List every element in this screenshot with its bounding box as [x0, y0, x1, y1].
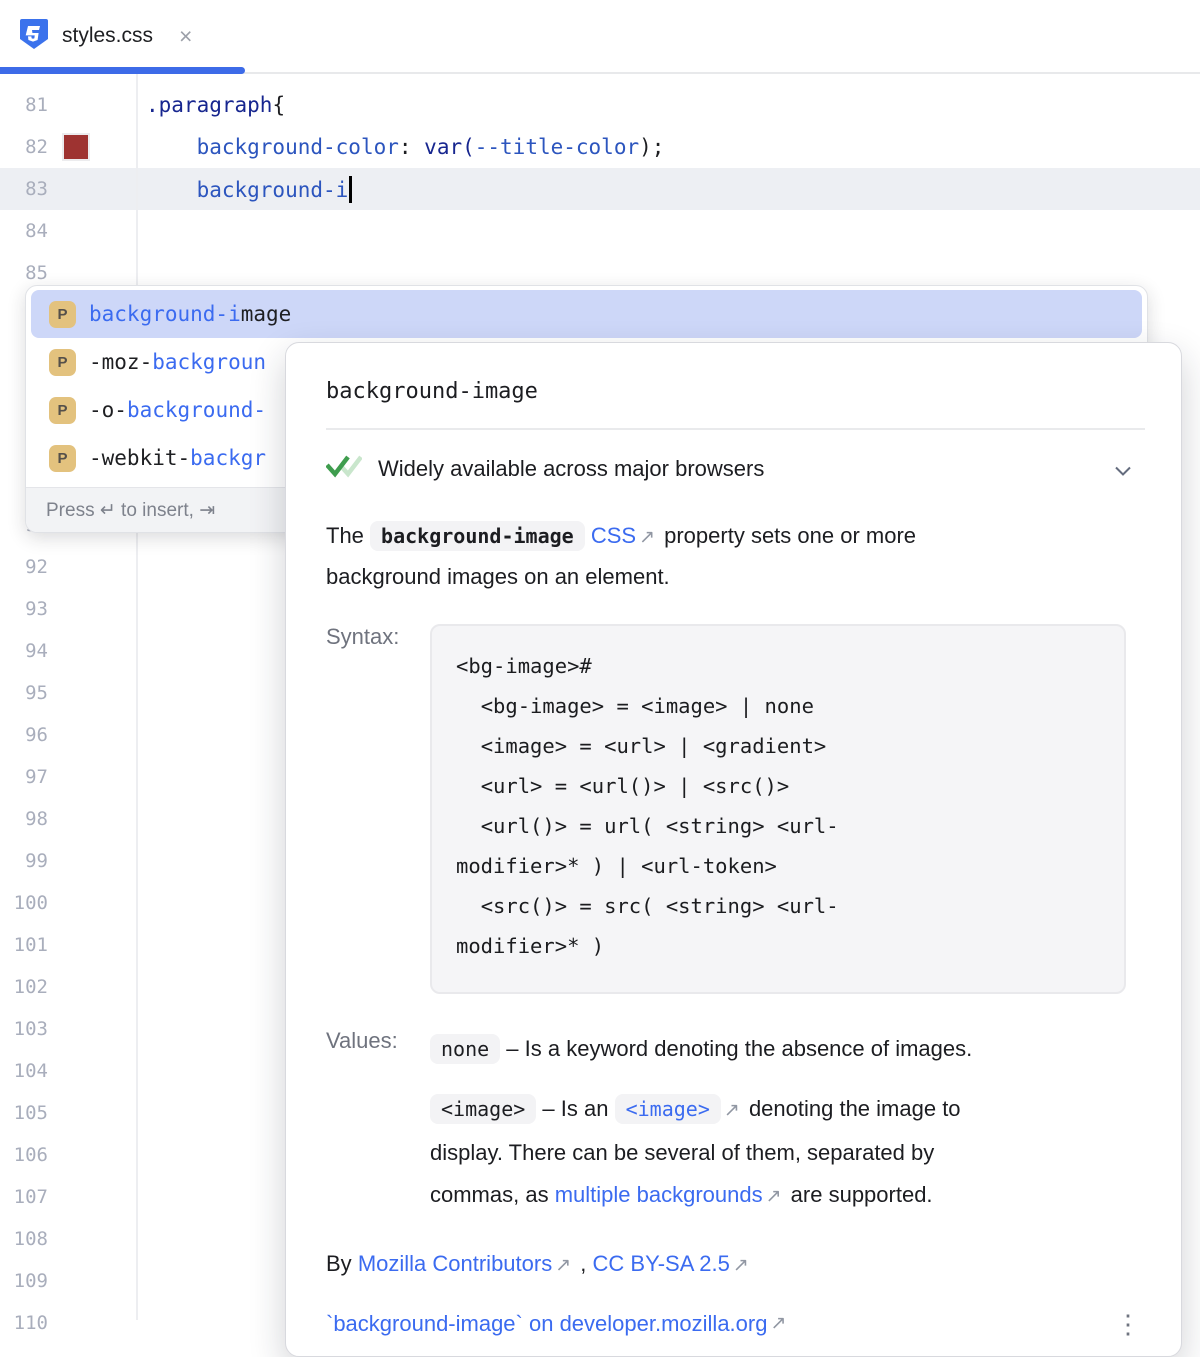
doc-description: The background-image CSS↗ property sets … — [326, 516, 1145, 596]
baseline-label: Widely available across major browsers — [378, 456, 764, 482]
values-label: Values: — [326, 1028, 430, 1218]
line-number: 85 — [0, 262, 48, 284]
syntax-code-block: <bg-image># <bg-image> = <image> | none … — [430, 624, 1126, 994]
multiple-backgrounds-link[interactable]: multiple backgrounds — [555, 1182, 763, 1207]
image-line1: denoting the image to — [749, 1096, 961, 1121]
image-line3-pre: commas, as — [430, 1182, 549, 1207]
attribution-pre: By — [326, 1251, 352, 1276]
close-icon[interactable]: × — [179, 25, 192, 48]
line-number: 97 — [0, 766, 48, 788]
image-line2: display. There can be several of them, s… — [430, 1140, 934, 1165]
chevron-down-icon[interactable] — [1115, 456, 1131, 482]
property-badge-icon: P — [49, 301, 76, 328]
tab-styles-css[interactable]: styles.css × — [0, 0, 212, 72]
line-number: 95 — [0, 682, 48, 704]
attribution-row: By Mozilla Contributors↗ , CC BY-SA 2.5↗ — [326, 1244, 1145, 1286]
line-number: 94 — [0, 640, 48, 662]
line-number: 108 — [0, 1228, 48, 1250]
none-chip: none — [430, 1034, 500, 1064]
line-number: 96 — [0, 724, 48, 746]
external-link-icon: ↗ — [766, 1186, 782, 1207]
gutter-separator — [136, 74, 138, 1320]
color-preview-swatch[interactable] — [62, 133, 90, 161]
property-badge-icon: P — [49, 349, 76, 376]
editor-line[interactable]: 84 — [0, 210, 1200, 252]
line-number: 83 — [0, 178, 48, 200]
image-mid-text: – Is an — [542, 1096, 608, 1121]
completion-item-label: -webkit-backgr — [89, 446, 266, 470]
values-section: Values: none – Is a keyword denoting the… — [326, 1028, 1145, 1218]
syntax-section: Syntax: <bg-image># <bg-image> = <image>… — [326, 624, 1145, 994]
external-link-icon: ↗ — [724, 1100, 740, 1121]
code-text: .paragraph{ — [146, 93, 285, 117]
active-tab-indicator — [0, 67, 245, 74]
property-chip: background-image — [370, 521, 585, 551]
editor-line[interactable]: 81 .paragraph{ — [0, 84, 1200, 126]
attribution-separator: , — [580, 1251, 586, 1276]
image-line3-rest: are supported. — [791, 1182, 933, 1207]
line-number: 105 — [0, 1102, 48, 1124]
editor-tab-bar: styles.css × — [0, 0, 1200, 74]
doc-title: background-image — [326, 379, 1145, 404]
css-file-icon — [20, 19, 48, 54]
value-none-row: none – Is a keyword denoting the absence… — [430, 1028, 1145, 1070]
line-number: 81 — [0, 94, 48, 116]
line-number: 106 — [0, 1144, 48, 1166]
completion-item-label: background-image — [89, 302, 291, 326]
external-link-icon: ↗ — [555, 1255, 571, 1276]
css-link[interactable]: CSS — [591, 523, 636, 548]
completion-item-label: -o-background- — [89, 398, 266, 422]
image-chip: <image> — [430, 1094, 536, 1124]
line-number: 102 — [0, 976, 48, 998]
line-number: 93 — [0, 598, 48, 620]
values-content: none – Is a keyword denoting the absence… — [430, 1028, 1145, 1218]
external-link-icon: ↗ — [770, 1304, 786, 1344]
line-number: 107 — [0, 1186, 48, 1208]
editor-line[interactable]: 83 background-i — [0, 168, 1200, 210]
external-link-icon: ↗ — [639, 527, 655, 548]
baseline-check-icon — [326, 454, 362, 484]
syntax-code: <bg-image># <bg-image> = <image> | none … — [456, 646, 1100, 966]
desc-line2: background images on an element. — [326, 564, 670, 589]
cc-license-link[interactable]: CC BY-SA 2.5 — [593, 1251, 730, 1276]
property-badge-icon: P — [49, 445, 76, 472]
baseline-status-row[interactable]: Widely available across major browsers — [326, 454, 1145, 484]
desc-pre: The — [326, 523, 364, 548]
image-link-chip[interactable]: <image> — [615, 1094, 721, 1124]
kebab-menu-icon[interactable]: ⋮ — [1115, 1304, 1141, 1344]
syntax-label: Syntax: — [326, 624, 430, 994]
value-image-row: <image> – Is an <image>↗ denoting the im… — [430, 1088, 1145, 1218]
line-number: 101 — [0, 934, 48, 956]
none-text: – Is a keyword denoting the absence of i… — [506, 1036, 972, 1061]
doc-divider — [326, 428, 1145, 430]
line-number: 92 — [0, 556, 48, 578]
line-number: 99 — [0, 850, 48, 872]
code-text: background-color: var(--title-color); — [146, 135, 664, 159]
mdn-link[interactable]: `background-image` on developer.mozilla.… — [326, 1304, 767, 1344]
line-number: 84 — [0, 220, 48, 242]
tab-title: styles.css — [62, 24, 153, 48]
text-caret — [349, 176, 352, 203]
line-number: 110 — [0, 1312, 48, 1334]
editor-line[interactable]: 82 background-color: var(--title-color); — [0, 126, 1200, 168]
property-badge-icon: P — [49, 397, 76, 424]
line-number: 109 — [0, 1270, 48, 1292]
mozilla-contributors-link[interactable]: Mozilla Contributors — [358, 1251, 552, 1276]
completion-item-label: -moz-backgroun — [89, 350, 266, 374]
code-text: background-i — [146, 176, 352, 203]
completion-item[interactable]: P background-image — [31, 290, 1142, 338]
desc-line1: property sets one or more — [664, 523, 916, 548]
code-editor[interactable]: 81 .paragraph{ 82 background-color: var(… — [0, 74, 1200, 1320]
line-number: 82 — [0, 136, 48, 158]
documentation-popup: background-image Widely available across… — [285, 342, 1182, 1357]
external-link-icon: ↗ — [733, 1255, 749, 1276]
line-number: 100 — [0, 892, 48, 914]
line-number: 104 — [0, 1060, 48, 1082]
line-number: 98 — [0, 808, 48, 830]
mdn-source-row: `background-image` on developer.mozilla.… — [326, 1304, 1145, 1344]
line-number: 103 — [0, 1018, 48, 1040]
